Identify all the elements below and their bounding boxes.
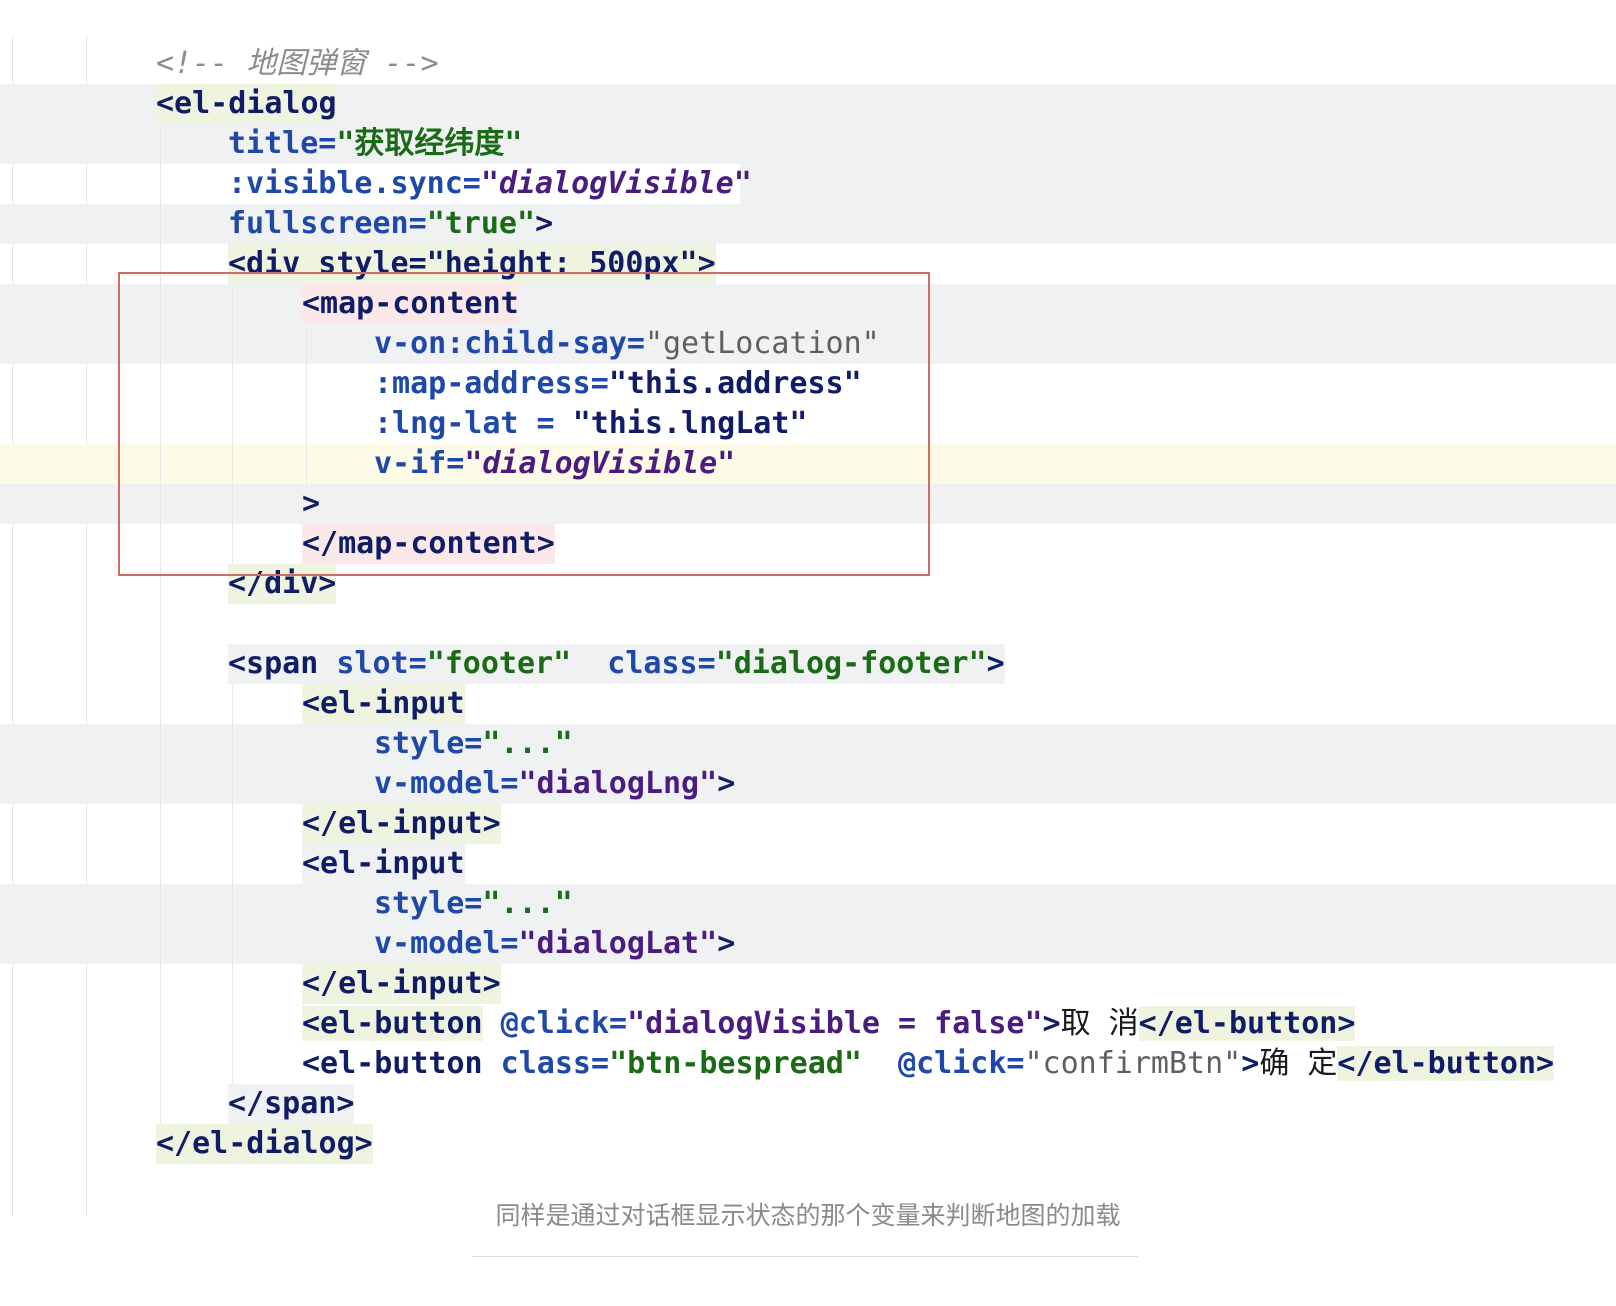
attr-slot: slot= (318, 646, 427, 681)
code-line: </span> (0, 1084, 1616, 1124)
el-input-close-tag: </el-input> (302, 804, 501, 844)
attr-v-model-value: "dialogLng" (518, 766, 718, 801)
attr-click: @click= (482, 1006, 628, 1041)
code-editor: <!-- 地图弹窗 --> <el-dialog title="获取经纬度" :… (0, 36, 1616, 1216)
attr-fullscreen: fullscreen= (228, 206, 427, 241)
attr-style: style= (374, 886, 483, 921)
cancel-text: 取 消 (1060, 1006, 1139, 1041)
el-dialog-close-tag: </el-dialog> (156, 1124, 373, 1164)
code-line: </el-input> (0, 964, 1616, 1004)
code-line: fullscreen="true"> (0, 204, 1616, 244)
code-line: style="..." (0, 884, 1616, 924)
attr-class: class= (482, 1046, 610, 1081)
code-line: </el-input> (0, 804, 1616, 844)
span-open-tag: <span (228, 646, 319, 681)
code-line: v-model="dialogLng"> (0, 764, 1616, 804)
span-close-tag: </span> (228, 1086, 355, 1121)
attr-fullscreen-value: "true" (426, 206, 536, 241)
attr-style-value: "..." (482, 726, 573, 761)
attr-class-value: "btn-bespread" (609, 1046, 862, 1081)
attr-style-value: "..." (482, 886, 573, 921)
highlight-box (118, 272, 930, 576)
tag-bracket: > (986, 646, 1005, 681)
code-line: <el-button class="btn-bespread" @click="… (0, 1044, 1616, 1084)
code-line: <span slot="footer" class="dialog-footer… (0, 644, 1616, 684)
tag-bracket: > (535, 206, 554, 241)
attr-click-value: "confirmBtn" (1024, 1046, 1242, 1081)
code-line: style="..." (0, 724, 1616, 764)
attr-v-model-value: "dialogLat" (518, 926, 718, 961)
code-line: title="获取经纬度" (0, 124, 1616, 164)
el-button-open-tag: <el-button (302, 1046, 483, 1081)
tag-bracket: > (717, 766, 736, 801)
caption-divider (472, 1256, 1138, 1257)
code-line: <el-input (0, 684, 1616, 724)
el-input-open-tag: <el-input (302, 684, 465, 724)
el-input-close-tag: </el-input> (302, 964, 501, 1004)
code-line: :visible.sync="dialogVisible" (0, 164, 1616, 204)
el-button-close-tag: </el-button> (1138, 1006, 1356, 1041)
el-input-open-tag: <el-input (302, 846, 465, 881)
attr-v-model: v-model= (374, 766, 519, 801)
confirm-text: 确 定 (1259, 1046, 1338, 1081)
attr-click: @click= (861, 1046, 1025, 1081)
attr-style: style= (374, 726, 483, 761)
code-line: <el-dialog (0, 84, 1616, 124)
el-dialog-open-tag: <el-dialog (156, 84, 337, 124)
tag-bracket: > (1042, 1006, 1061, 1041)
indent-guide (232, 684, 233, 1084)
code-line: <el-button @click="dialogVisible = false… (0, 1004, 1616, 1044)
code-line: </el-dialog> (0, 1124, 1616, 1164)
tag-bracket: > (717, 926, 736, 961)
attr-visible-sync-value: "dialogVisible" (480, 166, 752, 201)
el-button-open-tag: <el-button (302, 1006, 483, 1041)
attr-title: title= (228, 126, 337, 161)
code-line: <el-input (0, 844, 1616, 884)
el-button-close-tag: </el-button> (1337, 1046, 1555, 1081)
code-line-comment: <!-- 地图弹窗 --> (0, 44, 1616, 84)
attr-class: class= (571, 646, 716, 681)
attr-title-value: "获取经纬度" (336, 126, 523, 161)
html-comment: <!-- 地图弹窗 --> (156, 46, 439, 81)
attr-v-model: v-model= (374, 926, 519, 961)
code-line: v-model="dialogLat"> (0, 924, 1616, 964)
attr-visible-sync: :visible.sync= (228, 166, 481, 201)
image-caption: 同样是通过对话框显示状态的那个变量来判断地图的加载 (495, 1201, 1121, 1230)
attr-class-value: "dialog-footer" (715, 646, 987, 681)
attr-click-value: "dialogVisible = false" (627, 1006, 1043, 1041)
attr-slot-value: "footer" (426, 646, 572, 681)
tag-bracket: > (1241, 1046, 1260, 1081)
